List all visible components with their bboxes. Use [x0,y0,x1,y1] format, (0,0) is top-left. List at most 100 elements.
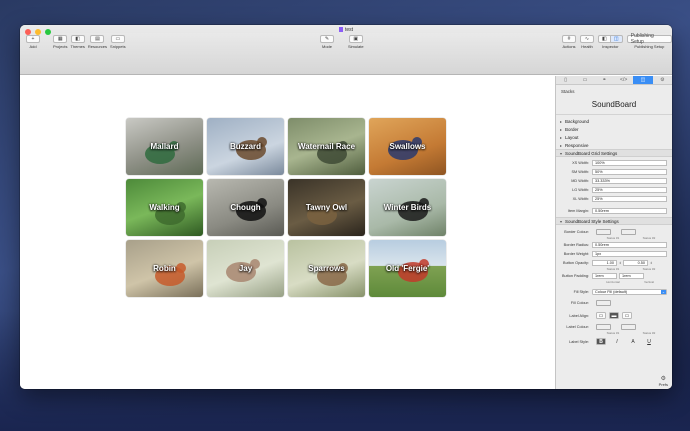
italic-icon[interactable]: I [612,338,622,345]
publishing-setup-button[interactable]: Publishing Setup [626,33,672,45]
stepper-icon[interactable]: ⇕ [650,260,654,266]
fill-colour-label: Fill Colour: [570,300,589,305]
sound-tile[interactable]: Old 'Fergie' [369,240,446,297]
stack-icon[interactable]: ◫ [633,76,653,84]
toolbar-publishing[interactable]: Publishing Setup Publishing Setup [626,33,672,49]
grid-width-row: LG Width: 25% [556,185,672,194]
toolbar-snippets[interactable]: ▭ Snippets [110,35,126,49]
align-top-icon[interactable]: ▭ [596,312,606,319]
tile-label: Swallows [389,142,426,151]
fill-colour-row: Fill Colour: [556,298,672,307]
style-settings-group[interactable]: ▾ SoundBoard Style Settings [556,217,672,225]
grid-width-field[interactable]: 33.333% [592,177,667,184]
inspector-icon[interactable]: ◫ [610,35,623,43]
grid-width-label: LG Width: [572,187,589,192]
fill-style-select[interactable]: Colour Fill (default) ⌄ [592,288,667,295]
soundboard-grid: Mallard Buzzard Waternail Race Swallows Walk… [126,118,446,297]
align-middle-icon[interactable]: ▬ [609,312,619,319]
simulate-icon[interactable]: ▣ [348,35,363,43]
tile-label: Robin [153,264,176,273]
sound-tile[interactable]: Robin [126,240,203,297]
sound-tile[interactable]: Mallard [126,118,203,175]
border-weight-field[interactable]: 1px [592,250,667,257]
sound-tile[interactable]: Chough [207,179,284,236]
collapsed-section-label: Border [565,126,579,132]
pencil-icon[interactable]: ✎ [320,35,334,43]
collapsed-section[interactable]: ▸ Layout [556,133,672,141]
collapsed-section[interactable]: ▸ Background [556,117,672,125]
toolbar-right-group: # Actions ∿ Health ◧ ◫ Inspector Publish… [562,33,672,49]
toolbar-inspector[interactable]: ◧ ◫ Inspector [598,35,623,49]
toolbar-resources[interactable]: ▤ Resources [88,35,107,49]
border-radius-field[interactable]: 0.50rem [592,241,667,248]
code-icon[interactable]: </> [614,76,633,84]
align-bottom-icon[interactable]: ▭ [622,312,632,319]
layout-icon[interactable]: ▭ [575,76,594,84]
sound-tile[interactable]: Walking [126,179,203,236]
link-icon[interactable]: ⚭ [595,76,614,84]
fill-colour-swatch[interactable] [596,299,611,306]
resources-icon[interactable]: ▤ [90,35,105,43]
settings-icon[interactable]: ⚙ [653,76,672,84]
grid-settings-group[interactable]: ▾ SoundBoard Grid Settings [556,149,672,157]
status2-caption: Status #2 [642,267,656,271]
underline-icon[interactable]: U [644,338,654,345]
status2-caption: Status #2 [642,331,656,335]
toolbar-actions[interactable]: # Actions [562,35,576,49]
toolbar-health[interactable]: ∿ Health [580,35,594,49]
sound-tile[interactable]: Sparrows [288,240,365,297]
inspector-tabs: ▯ ▭ ⚭ </> ◫ ⚙ [556,76,672,85]
sound-tile[interactable]: Buzzard [207,118,284,175]
bold-icon[interactable]: B [596,338,606,345]
sound-tile[interactable]: Swallows [369,118,446,175]
toolbar-simulate[interactable]: ▣ Simulate [348,35,364,49]
hash-icon[interactable]: # [562,35,576,43]
toolbar-projects[interactable]: ▦ Projects [53,35,67,49]
page-icon[interactable]: ▯ [556,76,575,84]
collapsed-section[interactable]: ▸ Border [556,125,672,133]
prefs-label: Prefs [658,382,668,387]
border-colour-status2-swatch[interactable] [621,228,636,235]
item-margin-field[interactable]: 0.50rem [592,207,667,214]
toolbar-publishing-label: Publishing Setup [634,44,665,49]
sound-tile[interactable]: Winter Birds [369,179,446,236]
collapsed-section[interactable]: ▸ Responsive [556,141,672,149]
border-colour-status1-swatch[interactable] [596,228,611,235]
plus-icon[interactable]: + [26,35,40,43]
sound-tile[interactable]: Waternail Race [288,118,365,175]
inspector-left-icon[interactable]: ◧ [598,35,611,43]
grid-width-field[interactable]: 25% [592,186,667,193]
grid-width-field[interactable]: 50% [592,168,667,175]
label-style-row: Label Style: B I A U [556,337,672,346]
grid-width-label: XL Width: [572,196,589,201]
status1-caption: Status #1 [606,236,620,240]
sound-tile[interactable]: Tawny Owl [288,179,365,236]
button-padding-h-field[interactable]: 1rem [592,272,617,279]
sound-tile[interactable]: Jay [207,240,284,297]
toolbar-actions-label: Actions [562,44,576,49]
window-title-text: test [344,27,354,33]
border-colour-row: Border Colour: [556,227,672,236]
label-colour-status1-swatch[interactable] [596,323,611,330]
toolbar-health-label: Health [581,44,593,49]
health-icon[interactable]: ∿ [580,35,594,43]
toolbar-themes[interactable]: ◧ Themes [70,35,85,49]
button-opacity-field-1[interactable]: 1.00 [592,259,617,266]
collapsed-section-label: Layout [565,134,579,140]
button-padding-v-field[interactable]: 1rem [619,272,644,279]
grid-width-field[interactable]: 100% [592,159,667,166]
toolbar-add[interactable]: + Add [26,35,40,49]
projects-icon[interactable]: ▦ [53,35,68,43]
font-size-icon[interactable]: A [628,338,638,345]
snippets-icon[interactable]: ▭ [110,35,125,43]
collapsed-section-label: Background [565,118,590,124]
prefs-button[interactable]: ⚙ Prefs [659,375,668,387]
window-title: test [20,27,672,33]
tile-label: Mallard [150,142,179,151]
toolbar-mode[interactable]: ✎ Mode [320,35,334,49]
grid-width-field[interactable]: 25% [592,195,667,202]
button-opacity-field-2[interactable]: 0.50 [623,259,648,266]
themes-icon[interactable]: ◧ [70,35,85,43]
label-colour-status2-swatch[interactable] [621,323,636,330]
stack-brand-title: SoundBoard [556,96,672,115]
